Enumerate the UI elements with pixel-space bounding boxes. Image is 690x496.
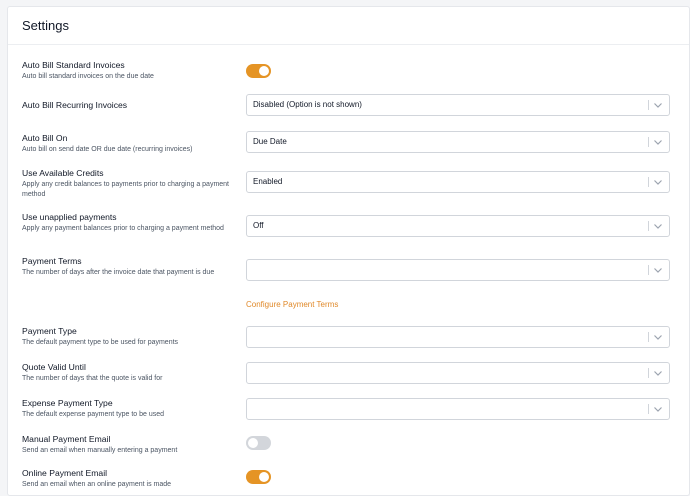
use-unapplied-payments-select[interactable]: Off bbox=[246, 215, 670, 237]
quote-valid-until-select[interactable] bbox=[246, 362, 670, 384]
expense-payment-type-select[interactable] bbox=[246, 398, 670, 420]
manual-payment-email-toggle[interactable] bbox=[246, 436, 271, 450]
chevron-down-icon bbox=[654, 224, 662, 229]
use-available-credits-desc: Apply any credit balances to payments pr… bbox=[22, 181, 230, 198]
auto-bill-recurring-invoices-select[interactable]: Disabled (Option is not shown) bbox=[246, 94, 670, 116]
auto-bill-standard-invoices-desc: Auto bill standard invoices on the due d… bbox=[22, 73, 154, 80]
settings-header: Settings bbox=[8, 7, 689, 45]
auto-bill-standard-invoices-toggle[interactable] bbox=[246, 64, 271, 78]
toggle-knob bbox=[248, 438, 258, 448]
select-separator bbox=[648, 177, 649, 187]
auto-bill-on-select[interactable]: Due Date bbox=[246, 131, 670, 153]
page-title: Settings bbox=[22, 18, 69, 33]
auto-bill-standard-invoices-label: Auto Bill Standard Invoices bbox=[22, 60, 125, 70]
payment-terms-select[interactable] bbox=[246, 259, 670, 281]
settings-card: Settings Auto Bill Standard Invoices Aut… bbox=[7, 6, 690, 496]
quote-valid-until-desc: The number of days that the quote is val… bbox=[22, 375, 163, 382]
chevron-down-icon bbox=[654, 180, 662, 185]
chevron-down-icon bbox=[654, 140, 662, 145]
use-unapplied-payments-label: Use unapplied payments bbox=[22, 212, 117, 222]
select-separator bbox=[648, 100, 649, 110]
configure-payment-terms-link[interactable]: Configure Payment Terms bbox=[246, 300, 338, 309]
manual-payment-email-desc: Send an email when manually entering a p… bbox=[22, 447, 178, 454]
auto-bill-on-label: Auto Bill On bbox=[22, 133, 68, 143]
chevron-down-icon bbox=[654, 371, 662, 376]
online-payment-email-label: Online Payment Email bbox=[22, 468, 108, 478]
manual-payment-email-label: Manual Payment Email bbox=[22, 434, 111, 444]
chevron-down-icon bbox=[654, 268, 662, 273]
expense-payment-type-label: Expense Payment Type bbox=[22, 398, 113, 408]
auto-bill-recurring-invoices-label: Auto Bill Recurring Invoices bbox=[22, 100, 128, 110]
chevron-down-icon bbox=[654, 103, 662, 108]
payment-type-select[interactable] bbox=[246, 326, 670, 348]
payment-type-desc: The default payment type to be used for … bbox=[22, 339, 179, 346]
payment-terms-label: Payment Terms bbox=[22, 256, 82, 266]
payment-type-label: Payment Type bbox=[22, 326, 77, 336]
use-unapplied-payments-desc: Apply any payment balances prior to char… bbox=[22, 225, 224, 232]
toggle-knob bbox=[259, 472, 269, 482]
use-unapplied-payments-value: Off bbox=[253, 221, 264, 230]
auto-bill-on-value: Due Date bbox=[253, 137, 287, 146]
expense-payment-type-desc: The default expense payment type to be u… bbox=[22, 411, 165, 418]
use-available-credits-select[interactable]: Enabled bbox=[246, 171, 670, 193]
chevron-down-icon bbox=[654, 335, 662, 340]
chevron-down-icon bbox=[654, 407, 662, 412]
use-available-credits-label: Use Available Credits bbox=[22, 168, 104, 178]
select-separator bbox=[648, 332, 649, 342]
payment-terms-desc: The number of days after the invoice dat… bbox=[22, 269, 215, 276]
use-available-credits-value: Enabled bbox=[253, 177, 283, 186]
select-separator bbox=[648, 404, 649, 414]
select-separator bbox=[648, 265, 649, 275]
select-separator bbox=[648, 221, 649, 231]
toggle-knob bbox=[259, 66, 269, 76]
select-separator bbox=[648, 137, 649, 147]
auto-bill-recurring-invoices-value: Disabled (Option is not shown) bbox=[253, 100, 362, 109]
online-payment-email-desc: Send an email when an online payment is … bbox=[22, 481, 172, 488]
select-separator bbox=[648, 368, 649, 378]
quote-valid-until-label: Quote Valid Until bbox=[22, 362, 86, 372]
auto-bill-on-desc: Auto bill on send date OR due date (recu… bbox=[22, 146, 193, 153]
online-payment-email-toggle[interactable] bbox=[246, 470, 271, 484]
